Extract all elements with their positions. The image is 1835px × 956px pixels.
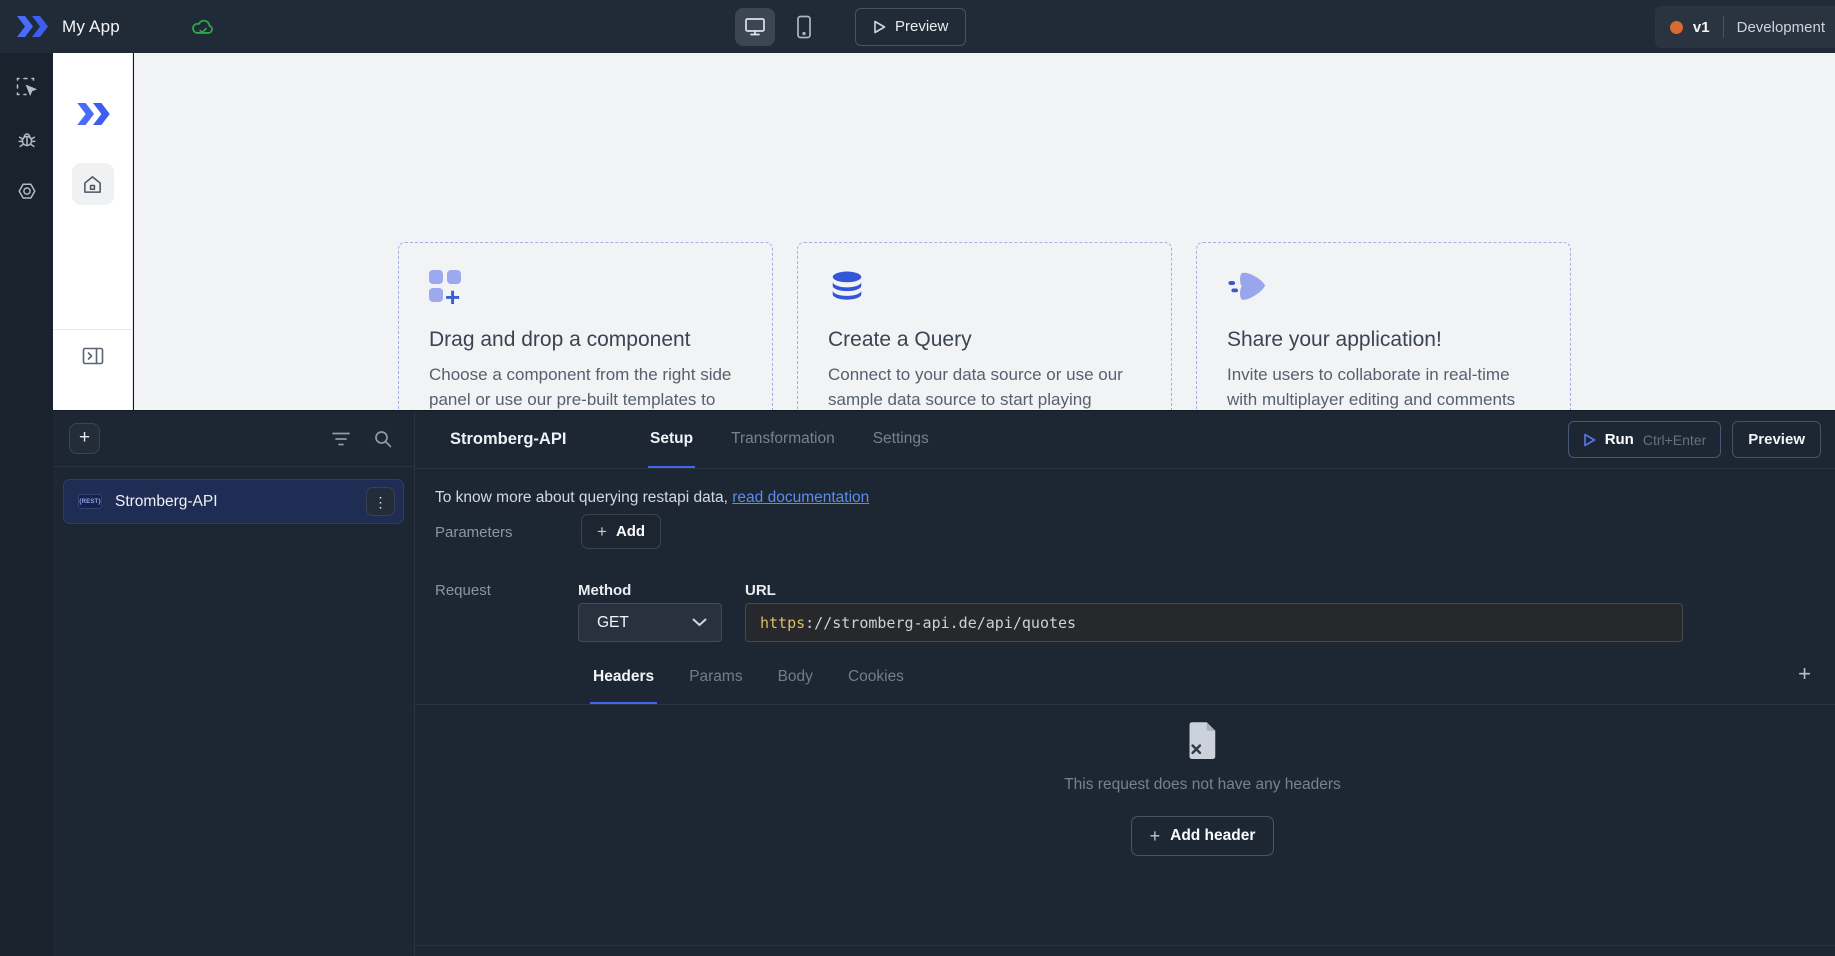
release-environment-badge[interactable]: v1 Development: [1655, 6, 1835, 48]
tab-params[interactable]: Params: [686, 651, 745, 704]
request-tabs-divider: [415, 704, 1835, 705]
query-editor-tabs: Setup Transformation Settings: [648, 411, 931, 468]
filter-queries-button[interactable]: [332, 432, 350, 446]
card-title: Create a Query: [828, 328, 1141, 352]
search-queries-button[interactable]: [374, 430, 392, 448]
tab-cookies[interactable]: Cookies: [845, 651, 907, 704]
query-list-item-stromberg-api[interactable]: {REST} Stromberg-API ⋮: [63, 479, 404, 524]
file-x-icon: [1187, 721, 1219, 759]
add-header-button[interactable]: + Add header: [1131, 816, 1275, 856]
method-label: Method: [578, 582, 631, 599]
request-section-tabs: Headers Params Body Cookies: [590, 651, 907, 704]
card-body: Connect to your data source or use our s…: [828, 363, 1141, 410]
card-title: Drag and drop a component: [429, 328, 742, 352]
headers-empty-state: This request does not have any headers +…: [590, 721, 1815, 856]
debugger-bug-button[interactable]: [14, 127, 40, 153]
app-title: My App: [62, 17, 120, 37]
badge-divider: [1723, 16, 1724, 38]
layout-toggle-group: Preview: [735, 0, 966, 53]
filter-icon: [332, 432, 350, 446]
run-shortcut: Ctrl+Enter: [1643, 432, 1706, 448]
tab-setup[interactable]: Setup: [648, 411, 695, 468]
read-documentation-link[interactable]: read documentation: [732, 489, 869, 506]
tooljet-logo-icon: [16, 16, 48, 37]
plus-icon: +: [597, 522, 607, 542]
query-panel: + {REST} St: [53, 410, 1835, 956]
tab-settings[interactable]: Settings: [871, 411, 931, 468]
preview-button-label: Preview: [895, 18, 948, 35]
onboarding-cards: + Drag and drop a component Choose a com…: [398, 242, 1571, 410]
query-list-header: +: [53, 411, 414, 467]
tab-body[interactable]: Body: [775, 651, 816, 704]
plus-icon: +: [1150, 826, 1161, 847]
card-body: Invite users to collaborate in real-time…: [1227, 363, 1540, 410]
url-scheme-text: https: [760, 614, 805, 632]
run-play-icon: [1583, 433, 1596, 447]
run-query-button[interactable]: Run Ctrl+Enter: [1568, 421, 1722, 458]
database-icon: [828, 270, 866, 306]
query-editor-actions: Run Ctrl+Enter Preview: [1568, 421, 1821, 458]
home-icon: [82, 174, 103, 195]
card-drag-drop-component[interactable]: + Drag and drop a component Choose a com…: [398, 242, 773, 410]
pages-sidebar: [53, 53, 133, 410]
query-name: Stromberg-API: [115, 493, 218, 511]
query-editor: Stromberg-API Setup Transformation Setti…: [415, 411, 1835, 956]
query-editor-header: Stromberg-API Setup Transformation Setti…: [415, 411, 1835, 469]
url-label: URL: [745, 582, 776, 599]
query-list: + {REST} St: [53, 411, 415, 956]
request-label: Request: [435, 582, 491, 599]
add-header-label: Add header: [1170, 827, 1255, 845]
add-field-button[interactable]: +: [1798, 663, 1811, 685]
home-page-button[interactable]: [72, 163, 114, 205]
settings-button[interactable]: [14, 179, 40, 205]
topbar: My App: [0, 0, 1835, 53]
method-selected-value: GET: [597, 614, 692, 632]
chevron-down-icon: [692, 618, 707, 627]
empty-state-text: This request does not have any headers: [590, 776, 1815, 794]
tab-headers[interactable]: Headers: [590, 651, 657, 704]
run-label: Run: [1605, 431, 1634, 448]
environment-label: Development: [1737, 19, 1825, 36]
play-icon: [873, 20, 886, 34]
hint-text: To know more about querying restapi data…: [435, 489, 732, 506]
url-input[interactable]: https://stromberg-api.de/api/quotes: [745, 603, 1683, 642]
inspect-elements-button[interactable]: [14, 75, 40, 101]
sidebar-logo-icon: [76, 103, 110, 130]
rest-api-badge: {REST}: [78, 494, 102, 509]
widgets-plus-icon: +: [429, 270, 465, 306]
desktop-layout-button[interactable]: [735, 8, 775, 46]
card-body: Choose a component from the right side p…: [429, 363, 742, 410]
card-title: Share your application!: [1227, 328, 1540, 352]
add-query-button[interactable]: +: [69, 423, 100, 454]
app-logo[interactable]: [16, 16, 48, 37]
card-create-query[interactable]: Create a Query Connect to your data sour…: [797, 242, 1172, 410]
collapse-sidebar-button[interactable]: [53, 330, 132, 382]
app-builder-window: My App: [0, 0, 1835, 956]
card-share-application[interactable]: Share your application! Invite users to …: [1196, 242, 1571, 410]
app-canvas[interactable]: + Drag and drop a component Choose a com…: [134, 53, 1835, 410]
saved-cloud-icon: [192, 18, 214, 36]
parameters-label: Parameters: [435, 524, 513, 541]
mobile-layout-button[interactable]: [788, 8, 820, 46]
add-parameter-button[interactable]: + Add: [581, 514, 661, 549]
environment-status-dot: [1670, 21, 1683, 34]
query-options-kebab-button[interactable]: ⋮: [366, 487, 395, 516]
preview-query-button[interactable]: Preview: [1732, 421, 1821, 458]
version-label: v1: [1693, 19, 1710, 36]
left-toolbar-rail: [0, 53, 53, 956]
preview-button[interactable]: Preview: [855, 8, 966, 46]
search-icon: [374, 430, 392, 448]
share-icon: [1227, 270, 1271, 304]
editor-bottom-divider: [415, 945, 1835, 946]
url-rest-text: ://stromberg-api.de/api/quotes: [805, 614, 1076, 632]
documentation-hint: To know more about querying restapi data…: [435, 489, 869, 507]
panel-toggle-icon: [82, 347, 104, 365]
query-editor-title[interactable]: Stromberg-API: [450, 430, 648, 449]
method-select[interactable]: GET: [578, 603, 722, 642]
tab-transformation[interactable]: Transformation: [729, 411, 837, 468]
add-parameter-label: Add: [616, 523, 645, 540]
